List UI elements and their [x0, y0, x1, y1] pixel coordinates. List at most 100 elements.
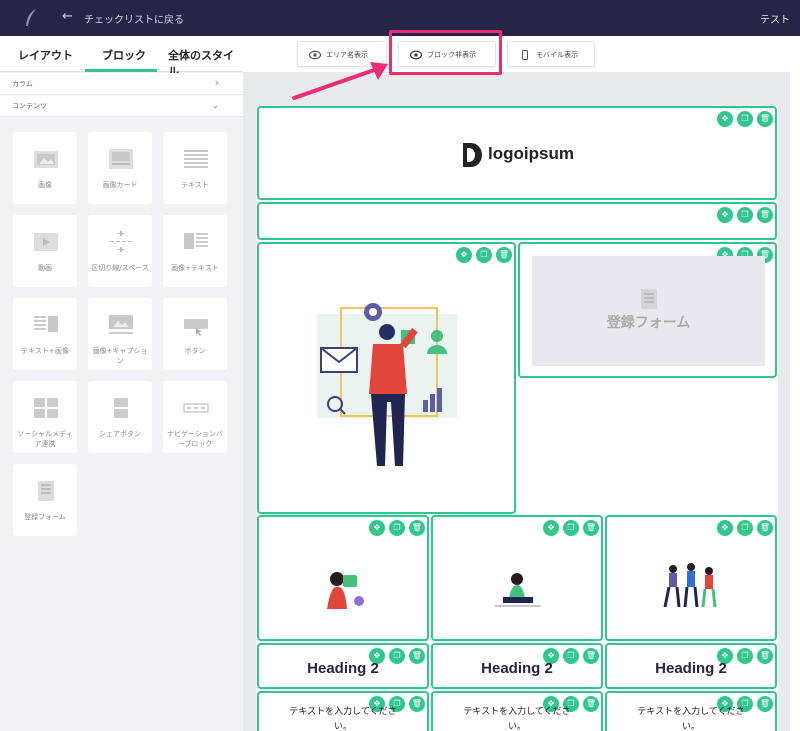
tile-label: テキスト	[181, 181, 209, 189]
image-card-icon	[109, 149, 133, 169]
tile-image[interactable]: 画像	[13, 132, 77, 204]
form-block[interactable]: ✥ ❐ 🗑 登録フォーム	[518, 242, 777, 378]
tile-label: ボタン	[184, 347, 206, 355]
tile-label: 画像カード	[102, 181, 138, 189]
copy-icon[interactable]: ❐	[563, 520, 579, 536]
text-block-3[interactable]: ✥ ❐ 🗑 テキストを入力してください。	[605, 691, 777, 731]
section-content[interactable]: コンテンツ ⌄	[0, 95, 243, 117]
copy-icon[interactable]: ❐	[389, 520, 405, 536]
copy-icon[interactable]: ❐	[737, 207, 753, 223]
tile-video[interactable]: 動画	[13, 215, 77, 287]
mobile-view-label: モバイル表示	[536, 51, 578, 59]
user-label[interactable]: テスト	[760, 11, 790, 26]
tile-button[interactable]: ボタン	[163, 298, 227, 370]
delete-icon[interactable]: 🗑	[757, 520, 773, 536]
social-icon	[34, 398, 58, 418]
tile-social[interactable]: ソーシャルメディア連携	[13, 381, 77, 453]
section-column-label: カラム	[12, 80, 33, 88]
divider-icon	[110, 231, 132, 252]
form-placeholder-label: 登録フォーム	[606, 315, 691, 331]
move-icon[interactable]: ✥	[456, 247, 472, 263]
tile-label: 区切り線/スペース	[91, 264, 149, 272]
back-arrow-icon[interactable]: ←	[62, 9, 73, 24]
text-icon	[184, 150, 208, 168]
delete-icon[interactable]: 🗑	[757, 207, 773, 223]
group-illustration	[663, 563, 717, 608]
header-block[interactable]: ✥ ❐ 🗑 logoipsum	[257, 106, 777, 200]
heading-block-3[interactable]: ✥ ❐ 🗑 Heading 2	[605, 643, 777, 689]
heading-block-2[interactable]: ✥ ❐ 🗑 Heading 2	[431, 643, 603, 689]
mobile-icon	[522, 50, 528, 60]
move-icon[interactable]: ✥	[717, 207, 733, 223]
heading-text: Heading 2	[307, 660, 379, 677]
chevron-down-icon: ⌄	[211, 101, 219, 111]
heading-text: Heading 2	[655, 660, 727, 677]
quill-logo-icon	[26, 9, 36, 26]
copy-icon[interactable]: ❐	[737, 111, 753, 127]
left-panel: レイアウト ブロック 全体のスタイル カラム › コンテンツ ⌄ 画像 画像カー…	[0, 36, 243, 731]
person-illustration	[317, 303, 457, 466]
tile-form[interactable]: 登録フォーム	[13, 464, 77, 536]
woman-phone-illustration	[327, 572, 364, 609]
tab-block[interactable]: ブロック	[102, 47, 146, 63]
tile-label: ソーシャルメディア連携	[17, 430, 73, 448]
man-laptop-illustration	[495, 573, 541, 607]
block-controls: ✥ ❐ 🗑	[543, 520, 599, 536]
mobile-view-button[interactable]: モバイル表示	[507, 41, 595, 67]
text-block-2[interactable]: ✥ ❐ 🗑 テキストを入力してください。	[431, 691, 603, 731]
move-icon[interactable]: ✥	[369, 520, 385, 536]
delete-icon[interactable]: 🗑	[496, 247, 512, 263]
tab-layout[interactable]: レイアウト	[18, 47, 73, 63]
tile-label: 動画	[38, 264, 52, 272]
move-icon[interactable]: ✥	[543, 520, 559, 536]
logo-mark-icon	[463, 143, 482, 167]
tile-image-caption[interactable]: 画像+キャプション	[88, 298, 152, 370]
block-controls: ✥ ❐ 🗑	[717, 520, 773, 536]
copy-icon[interactable]: ❐	[737, 520, 753, 536]
card-image-block-3[interactable]: ✥ ❐ 🗑	[605, 515, 777, 641]
move-icon[interactable]: ✥	[717, 111, 733, 127]
tile-image-card[interactable]: 画像カード	[88, 132, 152, 204]
card-image-block-1[interactable]: ✥ ❐ 🗑	[257, 515, 429, 641]
illustration-block[interactable]: ✥ ❐ 🗑	[257, 242, 516, 514]
scrollbar[interactable]	[790, 72, 800, 731]
page-canvas: ✥ ❐ 🗑 logoipsum ✥ ❐ 🗑 ✥ ❐ 🗑 ✥ ❐ 🗑 登録フォーム…	[256, 106, 778, 731]
navbar-icon	[183, 403, 209, 413]
tile-divider[interactable]: 区切り線/スペース	[88, 215, 152, 287]
delete-icon[interactable]: 🗑	[583, 520, 599, 536]
block-controls: ✥ ❐ 🗑	[717, 111, 773, 127]
heading-block-1[interactable]: ✥ ❐ 🗑 Heading 2	[257, 643, 429, 689]
tile-text-image[interactable]: テキスト+画像	[13, 298, 77, 370]
paragraph-text: テキストを入力してください。	[289, 707, 397, 731]
tile-label: 画像+キャプション	[92, 347, 148, 365]
move-icon[interactable]: ✥	[717, 520, 733, 536]
button-icon	[184, 319, 208, 336]
form-placeholder-area: 登録フォーム	[532, 256, 765, 366]
delete-icon[interactable]: 🗑	[409, 520, 425, 536]
tile-text[interactable]: テキスト	[163, 132, 227, 204]
tile-image-text[interactable]: 画像+テキスト	[163, 215, 227, 287]
paragraph-text: テキストを入力してください。	[463, 707, 571, 731]
tile-navbar[interactable]: ナビゲーションバーブロック	[163, 381, 227, 453]
text-block-1[interactable]: ✥ ❐ 🗑 テキストを入力してください。	[257, 691, 429, 731]
logo-text: logoipsum	[488, 144, 574, 163]
copy-icon[interactable]: ❐	[476, 247, 492, 263]
delete-icon[interactable]: 🗑	[757, 111, 773, 127]
tile-label: 登録フォーム	[24, 513, 66, 521]
card-image-block-2[interactable]: ✥ ❐ 🗑	[431, 515, 603, 641]
block-controls: ✥ ❐ 🗑	[456, 247, 512, 263]
tile-label: 画像	[38, 181, 52, 189]
block-controls: ✥ ❐ 🗑	[717, 207, 773, 223]
highlight-box	[389, 30, 502, 75]
panel-tabs: レイアウト ブロック 全体のスタイル	[0, 36, 243, 78]
spacer-block[interactable]: ✥ ❐ 🗑	[257, 202, 777, 240]
tile-share[interactable]: シェアボタン	[88, 381, 152, 453]
tile-label: ナビゲーションバーブロック	[167, 430, 223, 448]
section-column[interactable]: カラム ›	[0, 73, 243, 95]
form-icon	[38, 481, 54, 501]
back-to-checklist-link[interactable]: チェックリストに戻る	[84, 11, 184, 26]
image-text-icon	[184, 233, 208, 249]
tile-label: シェアボタン	[99, 430, 141, 438]
tile-label: 画像+テキスト	[171, 264, 219, 272]
image-caption-icon	[109, 315, 133, 334]
